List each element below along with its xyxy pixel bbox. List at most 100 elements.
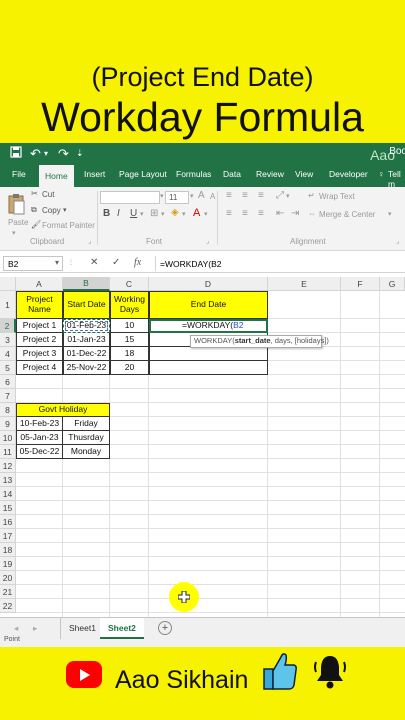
- merge-center-button[interactable]: Merge & Center: [319, 210, 375, 219]
- align-right-icon[interactable]: ≡: [258, 208, 264, 219]
- copy-icon[interactable]: ⧉: [31, 205, 37, 215]
- paste-button[interactable]: Paste: [8, 218, 28, 227]
- cell-b2-referenced[interactable]: 01-Feb-23: [63, 319, 110, 333]
- row-header-14[interactable]: 14: [0, 487, 16, 501]
- bold-icon[interactable]: B: [103, 208, 110, 219]
- underline-dropdown-icon[interactable]: ▾: [140, 210, 144, 218]
- column-header-c[interactable]: C: [110, 277, 149, 291]
- font-color-dropdown-icon[interactable]: ▾: [204, 210, 208, 218]
- tab-formulas[interactable]: Formulas: [176, 169, 211, 179]
- sheet-tab-sheet2[interactable]: Sheet2: [100, 618, 144, 639]
- tab-page-layout[interactable]: Page Layout: [119, 169, 167, 179]
- cell-b3[interactable]: 01-Jan-23: [63, 333, 110, 347]
- font-name-dropdown-icon[interactable]: ▾: [160, 192, 164, 200]
- format-painter-icon[interactable]: 🖌: [31, 220, 41, 229]
- header-end-date[interactable]: End Date: [149, 291, 268, 319]
- font-launcher-icon[interactable]: ⌟: [206, 237, 209, 245]
- decrease-indent-icon[interactable]: ⇤: [276, 208, 284, 219]
- row-header-16[interactable]: 16: [0, 515, 16, 529]
- align-center-icon[interactable]: ≡: [242, 208, 248, 219]
- row-header-22[interactable]: 22: [0, 599, 16, 613]
- cell-a5[interactable]: Project 4: [16, 361, 63, 375]
- tab-data[interactable]: Data: [223, 169, 241, 179]
- borders-icon[interactable]: ⊞: [150, 208, 158, 219]
- row-header-18[interactable]: 18: [0, 543, 16, 557]
- align-left-icon[interactable]: ≡: [226, 208, 232, 219]
- cell-b9[interactable]: Friday: [63, 417, 110, 431]
- cell-a3[interactable]: Project 2: [16, 333, 63, 347]
- cancel-formula-icon[interactable]: ✕: [90, 257, 98, 268]
- tell-me-search[interactable]: Tell m: [388, 169, 405, 189]
- paste-icon[interactable]: [7, 193, 25, 217]
- sheet-next-icon[interactable]: ▸: [33, 623, 37, 634]
- column-header-g[interactable]: G: [380, 277, 405, 291]
- tab-developer[interactable]: Developer: [329, 169, 368, 179]
- tab-review[interactable]: Review: [256, 169, 284, 179]
- font-color-icon[interactable]: A: [193, 207, 200, 219]
- cell-b4[interactable]: 01-Dec-22: [63, 347, 110, 361]
- column-header-d[interactable]: D: [149, 277, 268, 291]
- cell-a10[interactable]: 05-Jan-23: [16, 431, 63, 445]
- row-header-20[interactable]: 20: [0, 571, 16, 585]
- column-header-a[interactable]: A: [16, 277, 63, 291]
- row-header-4[interactable]: 4: [0, 347, 16, 361]
- merge-center-dropdown-icon[interactable]: ▾: [388, 210, 392, 218]
- name-box-dropdown-icon[interactable]: ▾: [55, 258, 59, 267]
- cell-b11[interactable]: Monday: [63, 445, 110, 459]
- tab-insert[interactable]: Insert: [84, 169, 105, 179]
- row-header-3[interactable]: 3: [0, 333, 16, 347]
- formula-input[interactable]: =WORKDAY(B2: [155, 256, 405, 271]
- select-all-corner[interactable]: [0, 277, 16, 291]
- clipboard-launcher-icon[interactable]: ⌟: [88, 237, 91, 245]
- row-header-11[interactable]: 11: [0, 445, 16, 459]
- italic-icon[interactable]: I: [117, 208, 120, 219]
- merge-center-icon[interactable]: ⇔: [308, 209, 316, 218]
- cell-c5[interactable]: 20: [110, 361, 149, 375]
- cell-d2-active[interactable]: =WORKDAY(B2: [149, 319, 268, 333]
- column-header-e[interactable]: E: [268, 277, 341, 291]
- insert-function-icon[interactable]: fx: [134, 257, 141, 268]
- copy-button[interactable]: Copy: [42, 206, 61, 215]
- font-size-dropdown-icon[interactable]: ▾: [190, 192, 194, 200]
- cell-c2[interactable]: 10: [110, 319, 149, 333]
- row-header-19[interactable]: 19: [0, 557, 16, 571]
- row-header-21[interactable]: 21: [0, 585, 16, 599]
- font-name-box[interactable]: [100, 191, 160, 204]
- save-icon[interactable]: [10, 146, 22, 161]
- customize-toolbar-icon[interactable]: ⇣: [76, 148, 84, 159]
- row-header-5[interactable]: 5: [0, 361, 16, 375]
- name-box[interactable]: B2 ▾: [3, 256, 63, 271]
- bell-icon[interactable]: [313, 653, 347, 696]
- cell-b10[interactable]: Thusrday: [63, 431, 110, 445]
- tooltip-function-name[interactable]: WORKDAY(: [194, 337, 235, 346]
- underline-icon[interactable]: U: [130, 208, 137, 219]
- cell-a9[interactable]: 10-Feb-23: [16, 417, 63, 431]
- align-top-icon[interactable]: ≡: [226, 190, 232, 201]
- align-middle-icon[interactable]: ≡: [242, 190, 248, 201]
- row-header-13[interactable]: 13: [0, 473, 16, 487]
- row-header-2[interactable]: 2: [0, 319, 16, 333]
- sheet-tab-sheet1[interactable]: Sheet1: [60, 618, 105, 639]
- cell-d5[interactable]: [149, 361, 268, 375]
- cut-button[interactable]: Cut: [42, 190, 54, 199]
- tab-view[interactable]: View: [295, 169, 313, 179]
- fill-color-dropdown-icon[interactable]: ▾: [182, 210, 186, 218]
- fill-color-icon[interactable]: ◈: [171, 207, 179, 218]
- undo-icon[interactable]: ↶: [30, 146, 41, 162]
- row-header-7[interactable]: 7: [0, 389, 16, 403]
- youtube-icon[interactable]: [66, 661, 102, 688]
- sheet-prev-icon[interactable]: ◂: [14, 623, 18, 634]
- increase-indent-icon[interactable]: ⇥: [291, 208, 299, 219]
- enter-formula-icon[interactable]: ✓: [112, 257, 120, 268]
- row-header-6[interactable]: 6: [0, 375, 16, 389]
- copy-dropdown-icon[interactable]: ▾: [63, 206, 67, 214]
- row-header-15[interactable]: 15: [0, 501, 16, 515]
- cell-c3[interactable]: 15: [110, 333, 149, 347]
- cut-icon[interactable]: ✂: [31, 189, 38, 198]
- paste-dropdown-icon[interactable]: ▾: [12, 229, 16, 237]
- redo-icon[interactable]: ↷: [58, 146, 69, 162]
- thumbs-up-icon[interactable]: [262, 651, 298, 696]
- wrap-text-icon[interactable]: ↵: [308, 191, 315, 200]
- font-size-box[interactable]: 11: [165, 191, 189, 204]
- add-sheet-icon[interactable]: +: [158, 621, 172, 635]
